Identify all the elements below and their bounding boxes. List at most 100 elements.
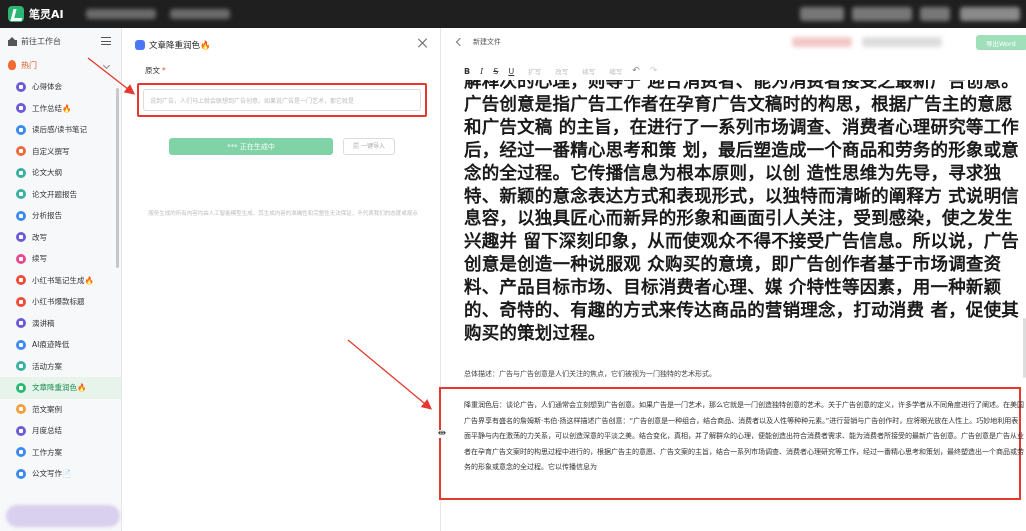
- sidebar-item-label: 续写: [32, 254, 47, 264]
- source-label: 原文 *: [145, 65, 166, 76]
- sidebar-item-label: 活动方案: [32, 361, 62, 371]
- sidebar-item-icon: [16, 253, 26, 264]
- sidebar-item[interactable]: AI痕迹降低: [0, 334, 121, 356]
- sidebar-item-icon: [16, 81, 26, 92]
- sidebar-item[interactable]: 续写: [0, 248, 121, 270]
- generate-button[interactable]: *** 正在生成中: [169, 138, 333, 155]
- sidebar-item[interactable]: 读后感/读书笔记: [0, 119, 121, 141]
- undo-icon[interactable]: ↶: [632, 66, 640, 76]
- sidebar: 前往工作台 热门 心得体会 工作总结🔥 读后感/读书笔记 自定义撰写论文大纲论文开题报…: [0, 28, 122, 531]
- sidebar-group-hot[interactable]: 热门: [0, 54, 121, 76]
- sidebar-group-label: 热门: [21, 60, 37, 70]
- italic-button[interactable]: I: [480, 67, 483, 76]
- sidebar-item[interactable]: 范文案例: [0, 399, 121, 421]
- sidebar-item[interactable]: 小红书笔记生成🔥: [0, 270, 121, 292]
- sidebar-item-label: AI痕迹降低: [32, 340, 70, 350]
- source-input-highlight: 说到广告，人们马上就会联想到广告创意。如果说广告是一门艺术，那它就是: [137, 83, 427, 117]
- sidebar-item[interactable]: 改写: [0, 227, 121, 249]
- sidebar-item-icon: [16, 404, 26, 415]
- sidebar-item-icon: [16, 210, 26, 221]
- expand-button[interactable]: 扩写: [528, 66, 541, 76]
- blurred-header-item[interactable]: [862, 37, 942, 47]
- shorten-button[interactable]: 缩写: [609, 66, 622, 76]
- sidebar-item-icon: [16, 167, 26, 178]
- back-to-workbench-label: 前往工作台: [21, 36, 61, 46]
- sidebar-item[interactable]: 自定义撰写: [0, 141, 121, 163]
- sidebar-item-icon: [16, 124, 26, 135]
- sidebar-item[interactable]: 月度总结: [0, 420, 121, 442]
- sidebar-item-icon: [16, 425, 26, 436]
- blurred-header-item[interactable]: [792, 37, 852, 47]
- blurred-account-area[interactable]: [920, 7, 950, 21]
- sidebar-item[interactable]: 演讲稿: [0, 313, 121, 335]
- redo-icon[interactable]: ↷: [650, 66, 658, 76]
- blurred-account-area[interactable]: [800, 7, 844, 21]
- sidebar-item-icon: [16, 146, 26, 157]
- required-mark: *: [162, 66, 166, 75]
- collapse-sidebar-icon[interactable]: [101, 37, 111, 45]
- chevron-down-icon: [102, 61, 111, 69]
- bold-button[interactable]: B: [464, 67, 470, 76]
- sidebar-item-icon: [16, 447, 26, 458]
- sidebar-item[interactable]: 公文写作📄: [0, 463, 121, 485]
- editor-toolbar: B I S U 扩写 改写 续写 缩写 ↶ ↷: [464, 64, 657, 78]
- sidebar-item-label: 小红书笔记生成🔥: [32, 275, 94, 285]
- sidebar-item-label: 论文大纲: [32, 168, 62, 178]
- document-name[interactable]: 新建文件: [473, 37, 501, 47]
- sidebar-item-list: 心得体会 工作总结🔥 读后感/读书笔记 自定义撰写论文大纲论文开题报告分析报告改写续写…: [0, 76, 121, 485]
- underline-button[interactable]: U: [508, 67, 514, 76]
- sidebar-item[interactable]: 文章降重润色🔥: [0, 377, 121, 399]
- sidebar-item-label: 自定义撰写: [32, 146, 70, 156]
- sidebar-item[interactable]: 工作总结🔥: [0, 98, 121, 120]
- home-icon: [8, 36, 17, 46]
- sidebar-item-label: 演讲稿: [32, 318, 55, 328]
- sidebar-item-icon: [16, 103, 26, 114]
- disclaimer-text: 服务生成的所有内容均由人工智能模型生成，其生成内容的准确性和完整性无法保证，不代…: [148, 211, 418, 217]
- strikethrough-button[interactable]: S: [493, 67, 498, 76]
- continue-button[interactable]: 续写: [582, 66, 595, 76]
- blurred-tab[interactable]: [86, 9, 156, 19]
- sidebar-item[interactable]: 小红书爆款标题: [0, 291, 121, 313]
- blurred-user-area[interactable]: [960, 7, 1020, 21]
- editor-header: 新建文件 导出Word: [442, 28, 1026, 56]
- blurred-tab[interactable]: [170, 9, 230, 19]
- sidebar-item[interactable]: 论文大纲: [0, 162, 121, 184]
- sidebar-item[interactable]: 分析报告: [0, 205, 121, 227]
- sidebar-item-label: 范文案例: [32, 404, 62, 414]
- fire-icon: [8, 60, 16, 70]
- rewrite-button[interactable]: 改写: [555, 66, 568, 76]
- sidebar-item-label: 分析报告: [32, 211, 62, 221]
- app-logo[interactable]: 笔灵AI: [8, 6, 64, 22]
- sidebar-item-icon: [16, 318, 26, 329]
- import-button[interactable]: 🗐 一键导入: [343, 138, 395, 155]
- user-chip[interactable]: [6, 505, 120, 527]
- blurred-account-area[interactable]: [852, 7, 912, 21]
- source-text-input[interactable]: 说到广告，人们马上就会联想到广告创意。如果说广告是一门艺术，那它就是: [143, 89, 421, 111]
- app-name: 笔灵AI: [29, 8, 64, 21]
- sidebar-item-icon: [16, 275, 26, 286]
- sidebar-item-label: 读后感/读书笔记: [32, 125, 88, 135]
- sidebar-item-label: 改写: [32, 232, 47, 242]
- document-icon: [135, 40, 145, 50]
- export-button[interactable]: 导出Word: [976, 35, 1026, 50]
- sidebar-item-icon: [16, 382, 26, 393]
- sidebar-item[interactable]: 工作方案: [0, 442, 121, 464]
- resize-handle-icon[interactable]: ⇹: [436, 429, 448, 439]
- sidebar-item[interactable]: 论文开题报告: [0, 184, 121, 206]
- close-icon[interactable]: [418, 38, 428, 48]
- back-icon[interactable]: [455, 37, 465, 47]
- sidebar-item-label: 月度总结: [32, 426, 62, 436]
- sidebar-item-label: 小红书爆款标题: [32, 297, 85, 307]
- sidebar-item-icon: [16, 189, 26, 200]
- source-label-text: 原文: [145, 66, 160, 75]
- sidebar-item-icon: [16, 232, 26, 243]
- sidebar-item-label: 文章降重润色🔥: [32, 383, 87, 393]
- rewritten-result-text[interactable]: 降重润色后：谈论广告，人们通常会立刻想到广告创意。如果广告是一门艺术，那么它就是…: [464, 398, 1024, 496]
- sidebar-item[interactable]: 心得体会: [0, 76, 121, 98]
- sidebar-scrollbar[interactable]: [116, 88, 119, 268]
- document-body-large[interactable]: 解释次的心理，则等于 迎合消费者、能为消费者接受之最新广告创意。 广告创意是指广…: [464, 80, 1024, 344]
- sidebar-item[interactable]: 活动方案: [0, 356, 121, 378]
- source-placeholder: 说到广告，人们马上就会联想到广告创意。如果说广告是一门艺术，那它就是: [150, 97, 355, 105]
- top-bar: 笔灵AI: [0, 0, 1026, 28]
- editor: 新建文件 导出Word B I S U 扩写 改写 续写 缩写 ↶ ↷ 解释次的…: [439, 28, 1026, 531]
